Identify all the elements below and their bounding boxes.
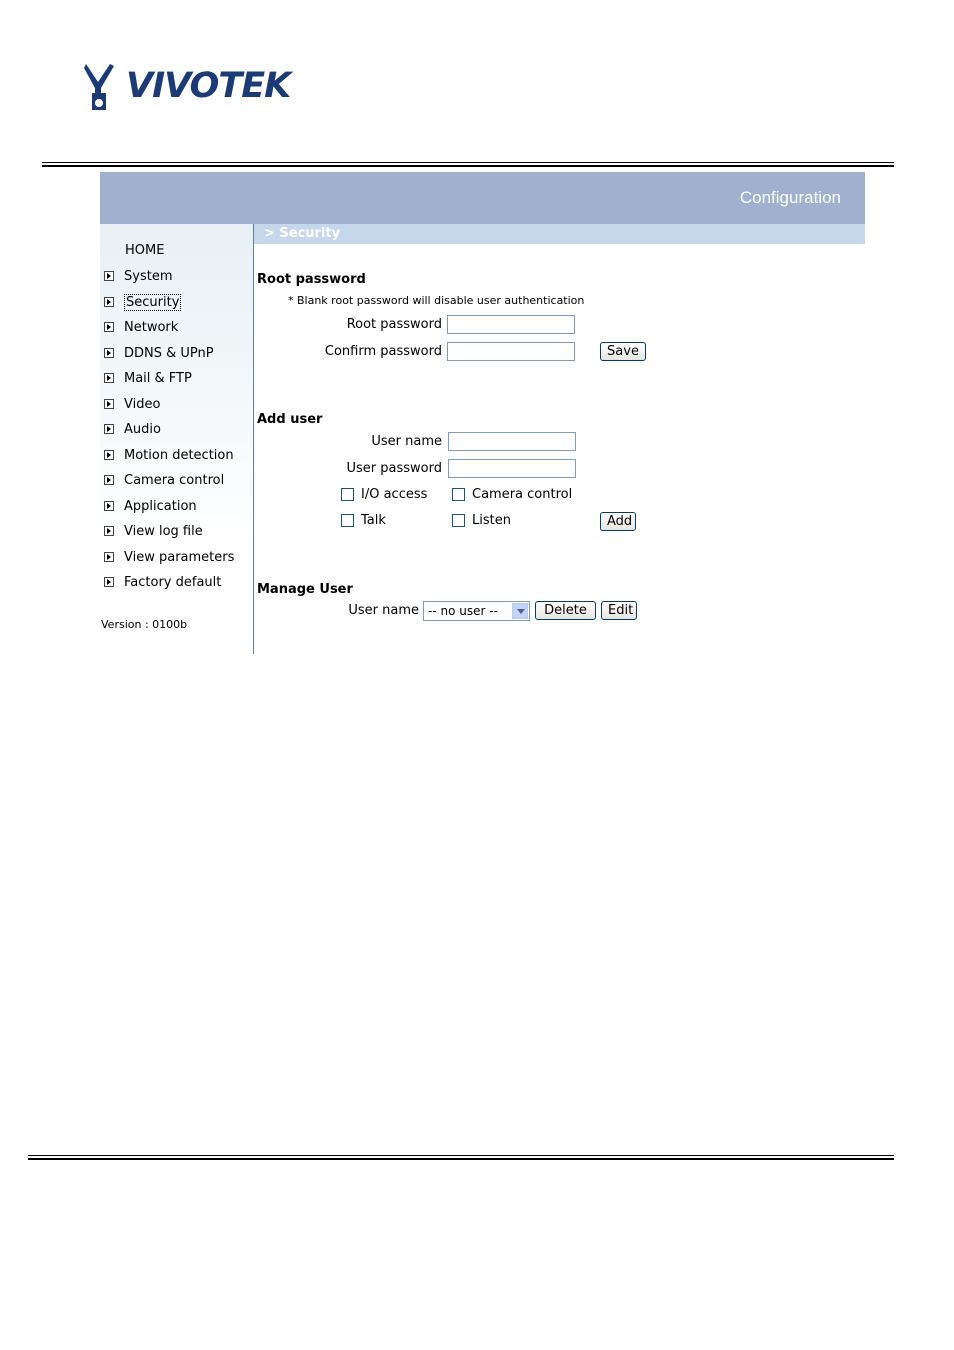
sidebar-item-camera-control[interactable]: Camera control [104, 471, 224, 489]
user-name-label: User name [371, 434, 442, 449]
add-user-button[interactable]: Add [600, 512, 636, 531]
sidebar-item-label: View log file [124, 523, 203, 539]
user-select-dropdown[interactable]: -- no user -- [423, 601, 530, 621]
sidebar-item-label: Audio [124, 421, 161, 437]
arrow-right-icon [104, 322, 114, 332]
manage-user-heading: Manage User [257, 582, 353, 597]
user-name-field[interactable] [448, 432, 576, 451]
arrow-right-icon [104, 399, 114, 409]
security-content: Root password * Blank root password will… [257, 244, 857, 654]
delete-button[interactable]: Delete [535, 601, 596, 620]
sidebar-item-home[interactable]: HOME [125, 243, 164, 258]
camera-control-label: Camera control [472, 487, 573, 502]
user-password-field[interactable] [448, 459, 576, 478]
sidebar-item-view-log-file[interactable]: View log file [104, 522, 203, 540]
configuration-frame: Configuration > Security HOME System Sec… [100, 172, 865, 654]
sidebar-item-label: Mail & FTP [124, 370, 192, 386]
arrow-right-icon [104, 271, 114, 281]
arrow-right-icon [104, 475, 114, 485]
arrow-right-icon [104, 501, 114, 511]
banner-title: Configuration [739, 188, 841, 207]
sidebar-item-motion-detection[interactable]: Motion detection [104, 446, 234, 464]
arrow-right-icon [104, 552, 114, 562]
sidebar-item-system[interactable]: System [104, 267, 172, 285]
top-rule-thick [42, 165, 894, 167]
talk-checkbox[interactable] [341, 514, 354, 527]
talk-label: Talk [361, 513, 386, 528]
root-password-field[interactable] [447, 315, 575, 334]
sidebar-item-network[interactable]: Network [104, 318, 178, 336]
edit-button[interactable]: Edit [601, 601, 637, 620]
bottom-rule [28, 1155, 894, 1156]
sidebar-item-label: Network [124, 319, 179, 335]
io-access-checkbox[interactable] [341, 488, 354, 501]
top-rule [42, 162, 894, 163]
arrow-right-icon [104, 348, 114, 358]
confirm-password-field[interactable] [447, 342, 575, 361]
breadcrumb: > Security [254, 224, 865, 244]
logo-figure-icon [84, 64, 114, 110]
sidebar-item-video[interactable]: Video [104, 395, 160, 413]
vivotek-logo: VIVOTEK [84, 60, 294, 114]
arrow-right-icon [104, 373, 114, 383]
chevron-down-icon[interactable] [512, 603, 528, 619]
camera-control-checkbox[interactable] [452, 488, 465, 501]
arrow-right-icon [104, 577, 114, 587]
sidebar-item-label: DDNS & UPnP [124, 345, 214, 361]
root-password-note: * Blank root password will disable user … [288, 294, 585, 307]
confirm-password-label: Confirm password [324, 344, 442, 359]
root-password-heading: Root password [257, 272, 366, 287]
save-button[interactable]: Save [600, 342, 646, 361]
breadcrumb-text: > Security [264, 226, 341, 241]
io-access-label: I/O access [361, 487, 428, 502]
arrow-right-icon [104, 297, 114, 307]
sidebar-item-label: Application [124, 498, 197, 514]
manage-user-name-label: User name [348, 603, 419, 618]
sidebar-item-label: System [124, 268, 173, 284]
sidebar-item-label: Camera control [124, 472, 225, 488]
arrow-right-icon [104, 450, 114, 460]
sidebar-item-label: Factory default [124, 574, 222, 590]
arrow-right-icon [104, 526, 114, 536]
sidebar-item-label: View parameters [124, 549, 235, 565]
sidebar-item-application[interactable]: Application [104, 497, 197, 515]
configuration-banner: Configuration [100, 172, 865, 224]
sidebar-item-label: Video [124, 396, 161, 412]
listen-checkbox[interactable] [452, 514, 465, 527]
arrow-right-icon [104, 424, 114, 434]
listen-label: Listen [472, 513, 511, 528]
sidebar-item-label: Security [124, 293, 182, 311]
sidebar-item-security[interactable]: Security [104, 293, 182, 311]
version-text: Version : 0100b [101, 618, 188, 631]
user-select-value: -- no user -- [428, 604, 498, 618]
user-password-label: User password [346, 461, 442, 476]
add-user-heading: Add user [257, 412, 323, 427]
sidebar-item-mail-ftp[interactable]: Mail & FTP [104, 369, 192, 387]
logo-wordmark: VIVOTEK [126, 66, 291, 106]
sidebar-item-audio[interactable]: Audio [104, 420, 161, 438]
sidebar-item-label: Motion detection [124, 447, 234, 463]
root-password-label: Root password [346, 317, 442, 332]
sidebar-item-view-parameters[interactable]: View parameters [104, 548, 234, 566]
bottom-rule-thick [28, 1158, 894, 1160]
sidebar-item-factory-default[interactable]: Factory default [104, 573, 221, 591]
sidebar-item-ddns-upnp[interactable]: DDNS & UPnP [104, 344, 214, 362]
